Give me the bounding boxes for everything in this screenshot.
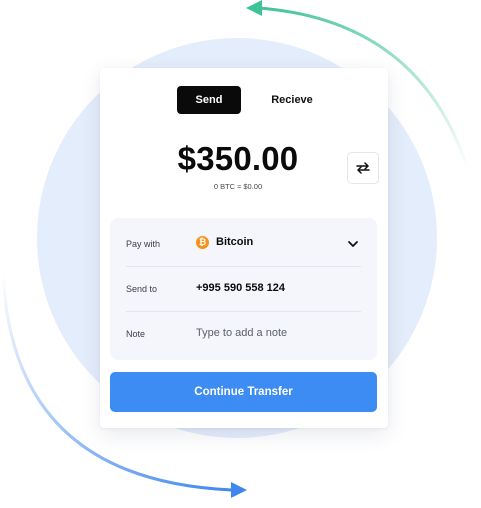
- note-label: Note: [126, 329, 146, 339]
- conversion-rate: 0 BTC ≈ $0.00: [213, 182, 263, 191]
- swap-icon: [356, 162, 370, 174]
- note-row: Note: [126, 312, 361, 356]
- chevron-down-icon[interactable]: [347, 239, 359, 249]
- note-input[interactable]: [196, 324, 356, 342]
- selected-coin: Bitcoin: [216, 236, 254, 248]
- pay-with-row[interactable]: Pay with ₿ Bitcoin: [126, 222, 361, 267]
- bitcoin-icon: ₿: [196, 236, 209, 249]
- tab-send[interactable]: Send: [177, 86, 241, 114]
- continue-transfer-button[interactable]: Continue Transfer: [110, 372, 377, 412]
- arrow-left-icon: [246, 0, 262, 16]
- transfer-card: Send Recieve $350.00 0 BTC ≈ $0.00 Pay w…: [100, 68, 388, 428]
- amount-value: $350.00: [177, 140, 299, 177]
- pay-with-label: Pay with: [126, 239, 161, 249]
- transfer-details: Pay with ₿ Bitcoin Send to +995 590 558 …: [110, 218, 377, 360]
- send-to-label: Send to: [126, 284, 158, 294]
- arrow-right-icon: [231, 482, 247, 498]
- tab-receive[interactable]: Recieve: [260, 86, 324, 114]
- recipient-phone: +995 590 558 124: [196, 282, 286, 294]
- send-to-row[interactable]: Send to +995 590 558 124: [126, 267, 361, 312]
- swap-button[interactable]: [347, 152, 379, 184]
